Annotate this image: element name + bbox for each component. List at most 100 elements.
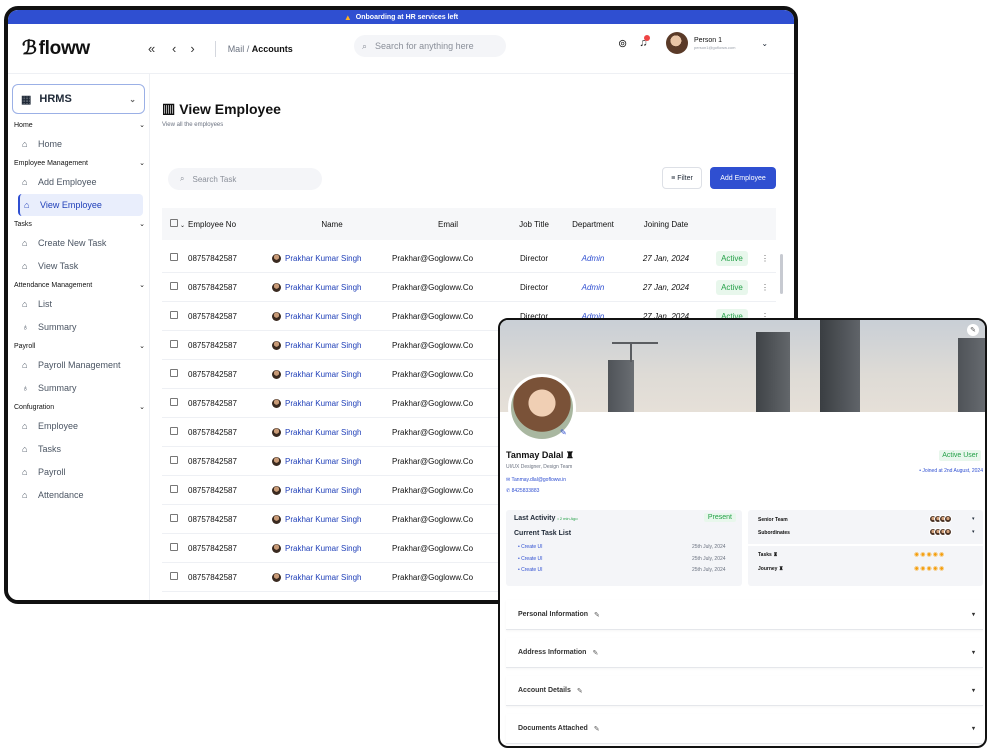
- profile-phone[interactable]: ✆ 8425833883: [506, 488, 539, 494]
- divider: [214, 40, 216, 57]
- row-checkbox[interactable]: [162, 543, 188, 553]
- edit-icon[interactable]: ✎: [594, 725, 600, 733]
- more-options-icon[interactable]: ⋮: [754, 283, 776, 292]
- sidebar-item[interactable]: ⌂ Add Employee: [18, 171, 143, 193]
- row-checkbox[interactable]: [162, 340, 188, 350]
- row-checkbox[interactable]: [162, 572, 188, 582]
- edit-avatar-icon[interactable]: ✎: [560, 428, 567, 437]
- employee-name[interactable]: Prakhar Kumar Singh: [272, 456, 392, 466]
- task-item[interactable]: • Create UI: [518, 567, 543, 573]
- employee-name[interactable]: Prakhar Kumar Singh: [272, 253, 392, 263]
- filter-button[interactable]: ≡ Filter: [662, 167, 702, 189]
- col-department[interactable]: Department: [564, 220, 622, 229]
- row-checkbox[interactable]: [162, 456, 188, 466]
- row-checkbox[interactable]: [162, 369, 188, 379]
- notification-bell-icon[interactable]: ♫: [639, 35, 651, 50]
- sidebar-section-header[interactable]: Tasks ⌄: [8, 217, 149, 231]
- col-joining-date[interactable]: Joining Date: [622, 220, 710, 229]
- row-checkbox[interactable]: [162, 485, 188, 495]
- help-icon[interactable]: ⊚: [618, 37, 627, 50]
- employee-name[interactable]: Prakhar Kumar Singh: [272, 543, 392, 553]
- chevron-down-icon[interactable]: ⌄: [761, 39, 768, 48]
- row-checkbox[interactable]: [162, 253, 188, 263]
- brand-logo[interactable]: ℬ floww: [8, 37, 148, 60]
- employee-no: 08757842587: [188, 398, 237, 408]
- employee-name[interactable]: Prakhar Kumar Singh: [272, 398, 392, 408]
- sidebar-item[interactable]: ⌂ Payroll: [18, 461, 143, 483]
- chevron-down-icon[interactable]: ▾: [972, 529, 975, 535]
- sidebar-item[interactable]: ⌂ Attendance: [18, 484, 143, 506]
- chevron-down-icon: ⌄: [139, 221, 145, 228]
- sidebar-section-header[interactable]: Home ⌄: [8, 118, 149, 132]
- row-checkbox[interactable]: [162, 311, 188, 321]
- table-scrollbar[interactable]: [780, 254, 783, 294]
- module-selector[interactable]: ▦ HRMS ⌄: [12, 84, 145, 114]
- chevron-down-icon[interactable]: ▾: [972, 516, 975, 522]
- col-employee-no[interactable]: Employee No: [188, 220, 272, 229]
- table-row[interactable]: 08757842587 Prakhar Kumar Singh Prakhar@Go…: [162, 273, 776, 302]
- add-employee-button[interactable]: Add Employee: [710, 167, 776, 189]
- sidebar-section-title: Payroll: [14, 342, 36, 350]
- employee-name[interactable]: Prakhar Kumar Singh: [272, 369, 392, 379]
- sidebar-item[interactable]: ⌂ Payroll Management: [18, 354, 143, 376]
- sidebar-item[interactable]: ⌂ View Task: [18, 255, 143, 277]
- accordion-documents-attached[interactable]: Documents Attached ✎ ▾: [506, 714, 983, 744]
- col-email[interactable]: Email: [392, 220, 504, 229]
- global-search-input[interactable]: ⌕ Search for anything here: [354, 35, 506, 57]
- subordinates-avatars[interactable]: [929, 528, 952, 536]
- edit-icon[interactable]: ✎: [592, 649, 598, 657]
- more-options-icon[interactable]: ⋮: [754, 254, 776, 263]
- sidebar-section-header[interactable]: Attendance Management ⌄: [8, 278, 149, 292]
- forward-arrow-icon[interactable]: ›: [190, 41, 194, 56]
- task-item[interactable]: • Create UI: [518, 556, 543, 562]
- sidebar-item[interactable]: ⌂ Create New Task: [18, 232, 143, 254]
- sidebar-item[interactable]: ♁ Summary: [18, 316, 143, 338]
- senior-team-avatars[interactable]: [929, 515, 952, 523]
- people-icon: ♁: [22, 322, 29, 332]
- breadcrumb-parent[interactable]: Mail: [228, 44, 245, 54]
- select-all-checkbox[interactable]: ⌄: [162, 219, 188, 229]
- employee-name[interactable]: Prakhar Kumar Singh: [272, 340, 392, 350]
- department[interactable]: Admin: [564, 254, 622, 263]
- user-menu[interactable]: Person 1 person1@gofloww.com ⌄: [666, 32, 768, 54]
- employee-name[interactable]: Prakhar Kumar Singh: [272, 514, 392, 524]
- col-name[interactable]: Name: [272, 220, 392, 229]
- table-row[interactable]: 08757842587 Prakhar Kumar Singh Prakhar@Go…: [162, 244, 776, 273]
- row-checkbox[interactable]: [162, 398, 188, 408]
- row-checkbox[interactable]: [162, 282, 188, 292]
- employee-name[interactable]: Prakhar Kumar Singh: [272, 311, 392, 321]
- sidebar-item[interactable]: ♁ Summary: [18, 377, 143, 399]
- department[interactable]: Admin: [564, 283, 622, 292]
- col-job-title[interactable]: Job Title: [504, 220, 564, 229]
- edit-icon[interactable]: ✎: [577, 687, 583, 695]
- profile-email[interactable]: ✉ Tanmay.dlal@gofloww.in: [506, 477, 566, 483]
- sidebar-section-header[interactable]: Employee Management ⌄: [8, 156, 149, 170]
- activity-panel: Last Activity • 2 min Ago Present Curren…: [506, 510, 742, 586]
- sidebar-item-label: Tasks: [38, 444, 62, 454]
- accordion-address-information[interactable]: Address Information ✎ ▾: [506, 638, 983, 668]
- onboarding-banner[interactable]: ▲ Onboarding at HR services left: [8, 10, 794, 24]
- sidebar-item[interactable]: ⌂ Employee: [18, 415, 143, 437]
- sidebar-item[interactable]: ⌂ Home: [18, 133, 143, 155]
- sidebar-section-header[interactable]: Confugration ⌄: [8, 400, 149, 414]
- collapse-sidebar-icon[interactable]: «: [148, 41, 162, 56]
- employee-name[interactable]: Prakhar Kumar Singh: [272, 572, 392, 582]
- sidebar-item[interactable]: ⌂ View Employee: [18, 194, 143, 216]
- brand-name: floww: [38, 37, 91, 59]
- accordion-account-details[interactable]: Account Details ✎ ▾: [506, 676, 983, 706]
- sidebar-item[interactable]: ⌂ List: [18, 293, 143, 315]
- sidebar-section-header[interactable]: Payroll ⌄: [8, 339, 149, 353]
- task-item[interactable]: • Create UI: [518, 544, 543, 550]
- employee-name[interactable]: Prakhar Kumar Singh: [272, 427, 392, 437]
- employee-name[interactable]: Prakhar Kumar Singh: [272, 282, 392, 292]
- accordion-personal-information[interactable]: Personal Information ✎ ▾: [506, 600, 983, 630]
- employee-email: Prakhar@Gogloww.Co: [392, 369, 474, 379]
- edit-cover-icon[interactable]: ✎: [967, 324, 979, 336]
- task-search-input[interactable]: ⌕ Search Task: [168, 168, 322, 190]
- row-checkbox[interactable]: [162, 427, 188, 437]
- edit-icon[interactable]: ✎: [594, 611, 600, 619]
- back-arrow-icon[interactable]: ‹: [172, 41, 176, 56]
- row-checkbox[interactable]: [162, 514, 188, 524]
- employee-name[interactable]: Prakhar Kumar Singh: [272, 485, 392, 495]
- sidebar-item[interactable]: ⌂ Tasks: [18, 438, 143, 460]
